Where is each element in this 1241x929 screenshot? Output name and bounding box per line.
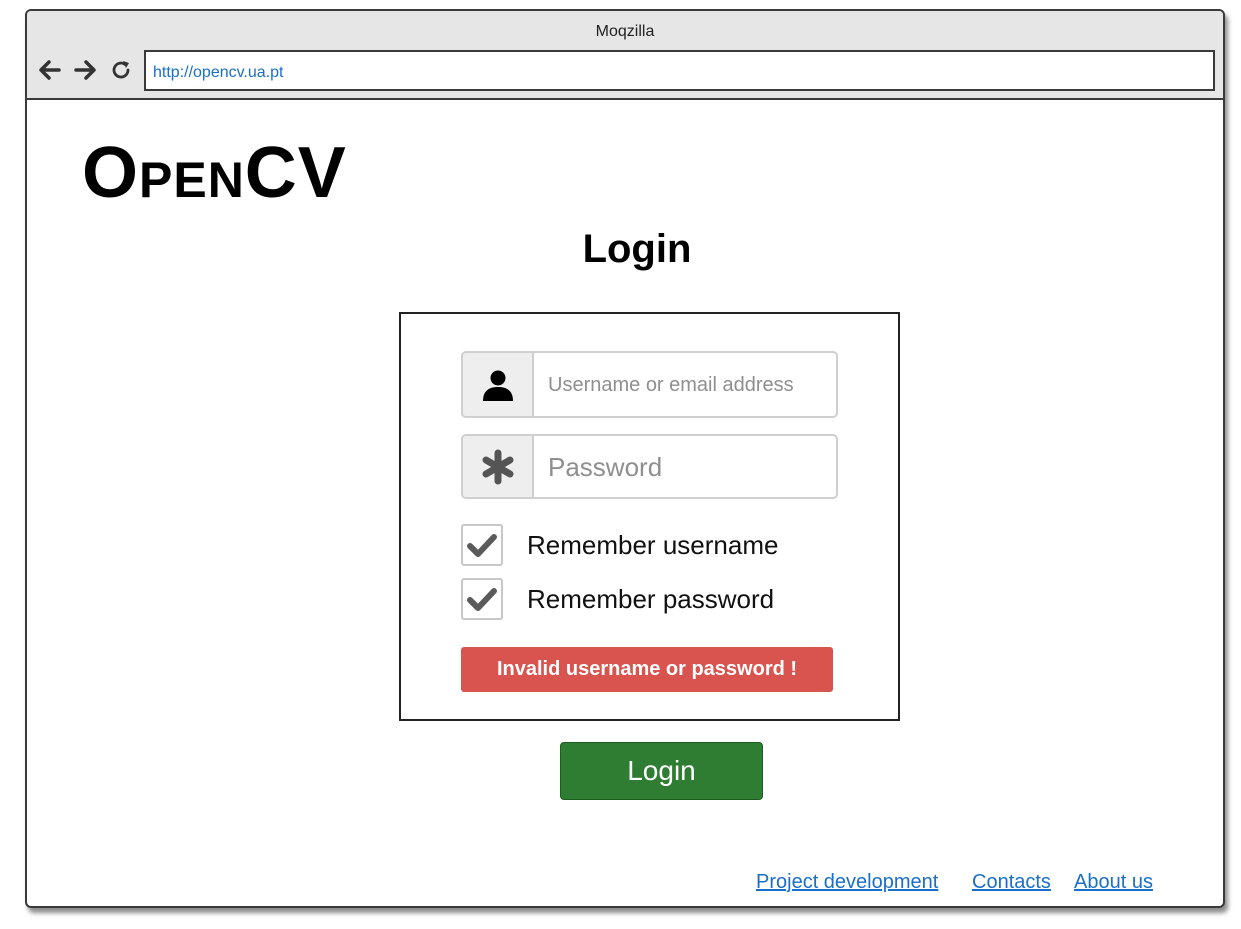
remember-username-checkbox[interactable] bbox=[461, 524, 503, 566]
username-input[interactable] bbox=[534, 353, 836, 416]
footer-link-project-development[interactable]: Project development bbox=[756, 871, 938, 894]
remember-username-label: Remember username bbox=[527, 529, 779, 560]
user-icon bbox=[463, 353, 534, 416]
site-logo: OpenCV bbox=[82, 133, 347, 213]
page-title: Login bbox=[582, 227, 692, 271]
window-title: Moqzilla bbox=[595, 23, 655, 40]
back-arrow-icon[interactable] bbox=[37, 57, 63, 83]
error-message: Invalid username or password ! bbox=[461, 647, 833, 692]
remember-password-label: Remember password bbox=[527, 583, 775, 614]
login-form: Remember username Remember password Inva… bbox=[399, 312, 900, 721]
reload-icon[interactable] bbox=[108, 57, 134, 83]
browser-window: Moqzilla http://opencv.ua.pt OpenCV Logi… bbox=[25, 9, 1225, 908]
checkmark-icon bbox=[467, 534, 497, 557]
footer-link-about-us[interactable]: About us bbox=[1074, 871, 1153, 894]
url-text: http://opencv.ua.pt bbox=[153, 64, 284, 81]
browser-toolbar: Moqzilla http://opencv.ua.pt bbox=[27, 11, 1223, 100]
remember-password-checkbox[interactable] bbox=[461, 578, 503, 620]
remember-password-row: Remember password bbox=[461, 576, 774, 622]
remember-username-row: Remember username bbox=[461, 522, 778, 568]
login-button[interactable]: Login bbox=[560, 742, 763, 800]
footer-link-contacts[interactable]: Contacts bbox=[972, 871, 1051, 894]
asterisk-icon bbox=[463, 436, 534, 497]
checkmark-icon bbox=[467, 588, 497, 611]
password-field bbox=[461, 434, 838, 499]
forward-arrow-icon[interactable] bbox=[72, 57, 98, 83]
password-input[interactable] bbox=[534, 436, 836, 497]
url-bar[interactable]: http://opencv.ua.pt bbox=[144, 50, 1215, 91]
username-field bbox=[461, 351, 838, 418]
